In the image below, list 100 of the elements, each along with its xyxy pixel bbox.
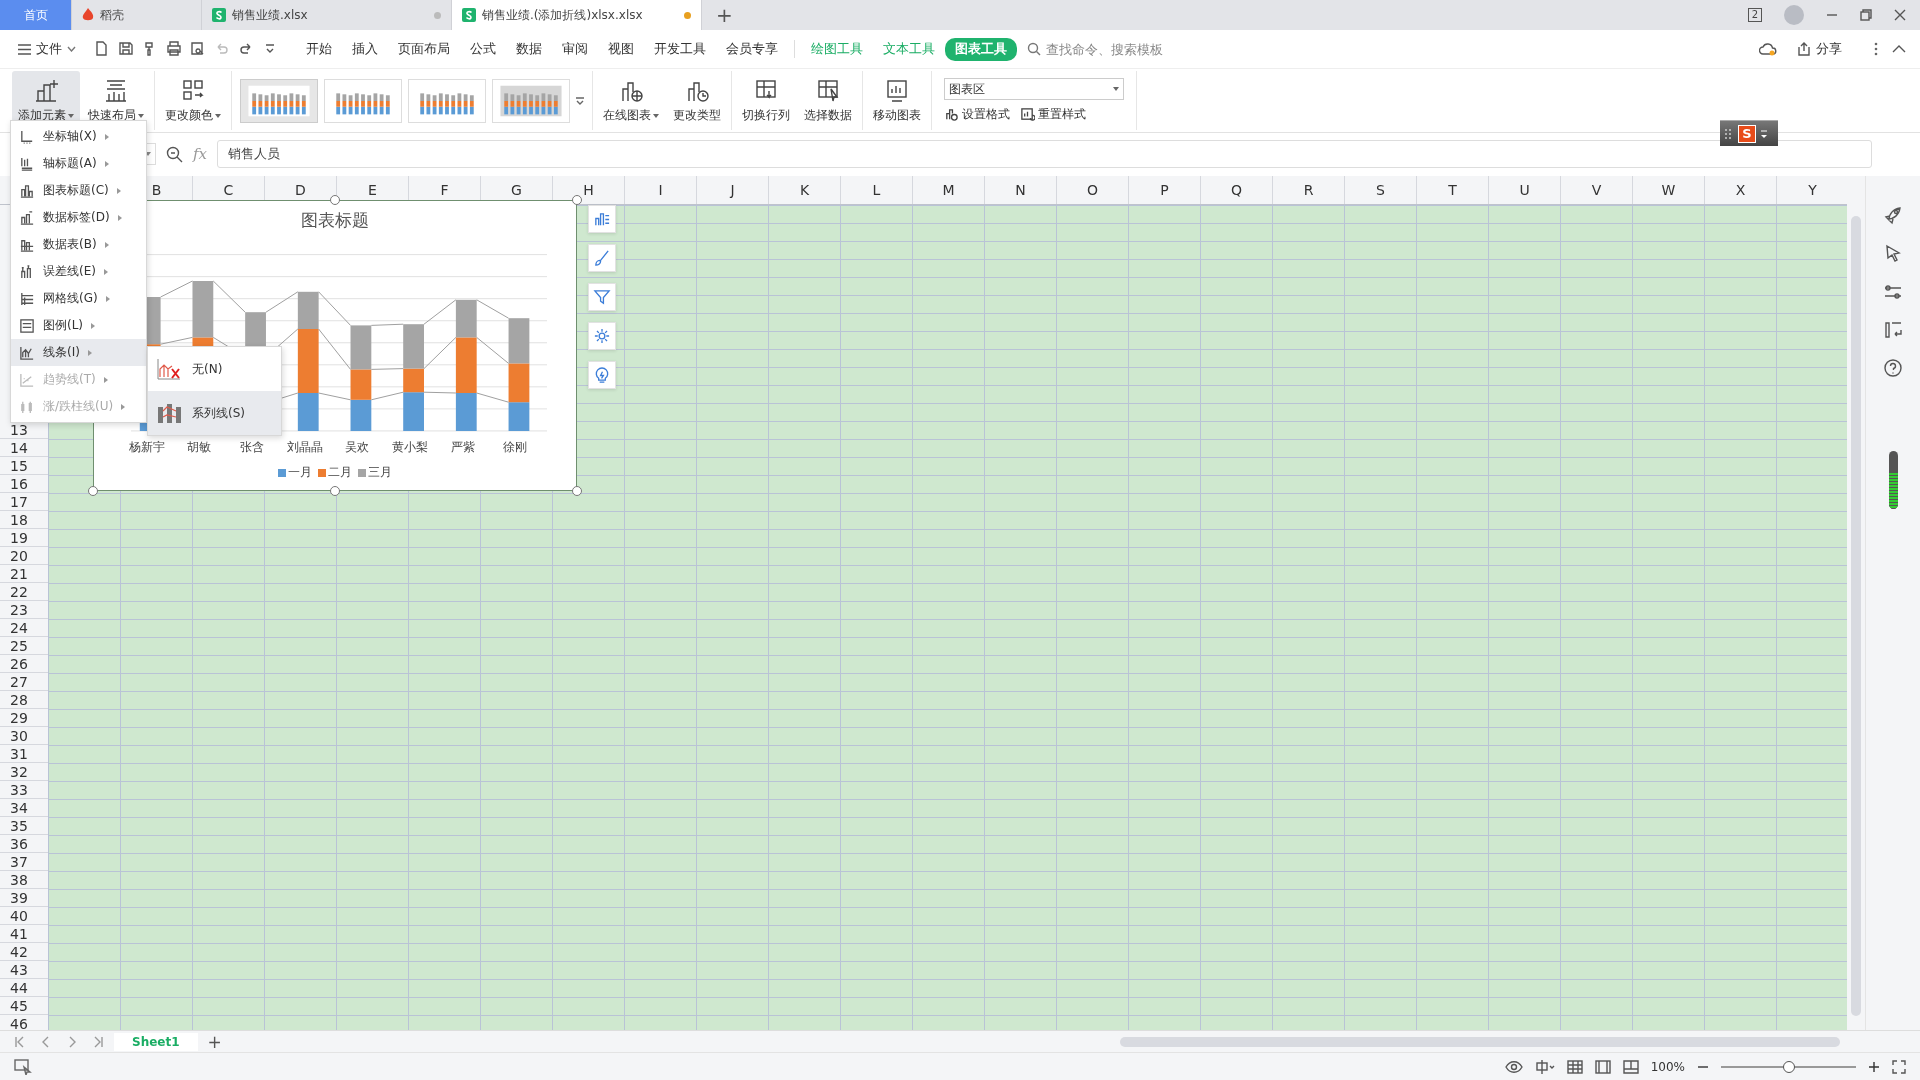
bar-segment[interactable] [350, 369, 372, 400]
ribbon-tab[interactable]: 数据 [506, 37, 552, 61]
ribbon-tab[interactable]: 页面布局 [388, 37, 460, 61]
bar-segment[interactable] [508, 402, 530, 431]
column-header[interactable]: I [624, 176, 696, 204]
share-button[interactable]: 分享 [1791, 40, 1848, 58]
column-header[interactable]: P [1128, 176, 1200, 204]
column-header[interactable]: Q [1200, 176, 1272, 204]
add-sheet-button[interactable]: + [207, 1032, 222, 1052]
zoom-level-dropdown[interactable]: 100% [1650, 1060, 1685, 1074]
first-sheet-icon[interactable] [14, 1036, 26, 1048]
ribbon-button[interactable]: 移动图表 [867, 71, 927, 130]
bar-segment[interactable] [455, 393, 477, 431]
resize-handle[interactable] [330, 486, 340, 496]
file-menu-button[interactable]: 文件 [12, 40, 82, 58]
ribbon-tab[interactable]: 开发工具 [644, 37, 716, 61]
bar-segment[interactable] [508, 363, 530, 403]
bar-segment[interactable] [297, 393, 319, 431]
formula-input[interactable]: 销售人员 [217, 140, 1872, 168]
slider-thumb[interactable] [1782, 1061, 1795, 1073]
zoom-icon[interactable] [166, 145, 183, 163]
window-count-badge[interactable]: 2 [1747, 8, 1762, 22]
ribbon-tab[interactable]: 开始 [296, 37, 342, 61]
ribbon-tab[interactable]: 视图 [598, 37, 644, 61]
search-field[interactable]: 查找命令、搜索模板 [1027, 40, 1188, 58]
column-header[interactable]: V [1560, 176, 1632, 204]
bar-segment[interactable] [192, 281, 214, 338]
resize-handle[interactable] [88, 486, 98, 496]
resize-handle[interactable] [572, 486, 582, 496]
column-header[interactable]: M [912, 176, 984, 204]
bar-segment[interactable] [455, 337, 477, 393]
page-layout-icon[interactable] [1594, 1060, 1611, 1074]
menu-item[interactable]: 线条(I) [11, 339, 146, 366]
sliders-icon[interactable] [1883, 282, 1903, 302]
eye-icon[interactable] [1504, 1060, 1523, 1074]
ribbon-button[interactable]: 重置样式 [1020, 106, 1086, 123]
crosshair-icon[interactable] [1534, 1060, 1555, 1074]
column-header[interactable]: U [1488, 176, 1560, 204]
chart-settings-button[interactable] [588, 322, 616, 350]
ribbon-button[interactable]: 设置格式 [944, 106, 1010, 123]
column-header[interactable]: X [1704, 176, 1776, 204]
column-header[interactable]: N [984, 176, 1056, 204]
page-break-icon[interactable] [1622, 1060, 1639, 1074]
ribbon-tab[interactable]: 审阅 [552, 37, 598, 61]
new-tab-button[interactable]: + [702, 0, 747, 30]
cursor-icon[interactable] [1883, 244, 1903, 264]
column-header[interactable]: R [1272, 176, 1344, 204]
ribbon-button[interactable]: 切换行列 [736, 71, 796, 130]
close-icon[interactable] [1894, 9, 1906, 21]
bar-segment[interactable] [297, 291, 319, 329]
chart-style-thumbnail[interactable] [492, 78, 570, 123]
menu-item[interactable]: 系列线(S) [148, 391, 281, 435]
chart-tips-button[interactable] [588, 361, 616, 389]
layout-swap-icon[interactable] [1883, 320, 1903, 340]
more-icon[interactable] [1874, 42, 1878, 56]
chart-style-thumbnail[interactable] [240, 78, 318, 123]
vertical-scrollbar[interactable] [1847, 176, 1865, 1030]
column-header[interactable]: W [1632, 176, 1704, 204]
zoom-in-icon[interactable] [1868, 1061, 1880, 1073]
fullscreen-icon[interactable] [1892, 1060, 1906, 1074]
resize-handle[interactable] [572, 195, 582, 205]
collapse-icon[interactable] [1892, 45, 1906, 53]
bar-segment[interactable] [350, 325, 372, 370]
document-tab[interactable]: 销售业绩.(添加折线)xlsx.xlsx [452, 0, 702, 30]
column-header[interactable]: O [1056, 176, 1128, 204]
bar-segment[interactable] [297, 329, 319, 393]
print-icon[interactable] [166, 41, 182, 57]
new-file-icon[interactable] [94, 41, 110, 57]
rocket-icon[interactable] [1883, 206, 1903, 226]
column-header[interactable]: K [768, 176, 840, 204]
bar-segment[interactable] [455, 299, 477, 338]
more-styles-icon[interactable] [576, 95, 584, 106]
chart-elements-button[interactable] [588, 205, 616, 233]
chart-style-thumbnail[interactable] [324, 78, 402, 123]
ribbon-button[interactable]: 更改颜色 [159, 71, 227, 130]
column-header[interactable]: T [1416, 176, 1488, 204]
chart-style-button[interactable] [588, 244, 616, 272]
ribbon-button[interactable]: 在线图表 [597, 71, 665, 130]
ime-toolbar[interactable]: S [1720, 120, 1778, 146]
save-icon[interactable] [118, 41, 134, 57]
ribbon-tab[interactable]: 会员专享 [716, 37, 788, 61]
macro-icon[interactable] [14, 1059, 32, 1075]
print-preview-icon[interactable] [190, 41, 206, 57]
last-sheet-icon[interactable] [92, 1036, 104, 1048]
column-header[interactable]: L [840, 176, 912, 204]
column-header[interactable]: S [1344, 176, 1416, 204]
ribbon-tab[interactable]: 公式 [460, 37, 506, 61]
ribbon-button[interactable]: 选择数据 [798, 71, 858, 130]
resize-handle[interactable] [330, 195, 340, 205]
ribbon-button[interactable]: 更改类型 [667, 71, 727, 130]
normal-view-icon[interactable] [1566, 1060, 1583, 1074]
help-icon[interactable] [1883, 358, 1903, 378]
series-line[interactable] [160, 280, 510, 326]
chart-style-thumbnail[interactable] [408, 78, 486, 123]
column-header[interactable]: J [696, 176, 768, 204]
document-tab[interactable]: 稻壳 [72, 0, 202, 30]
menu-item[interactable]: 无(N) [148, 347, 281, 391]
bar-segment[interactable] [350, 399, 372, 431]
chart-filter-button[interactable] [588, 283, 616, 311]
chart-element-dropdown[interactable]: 图表区 [944, 78, 1124, 100]
